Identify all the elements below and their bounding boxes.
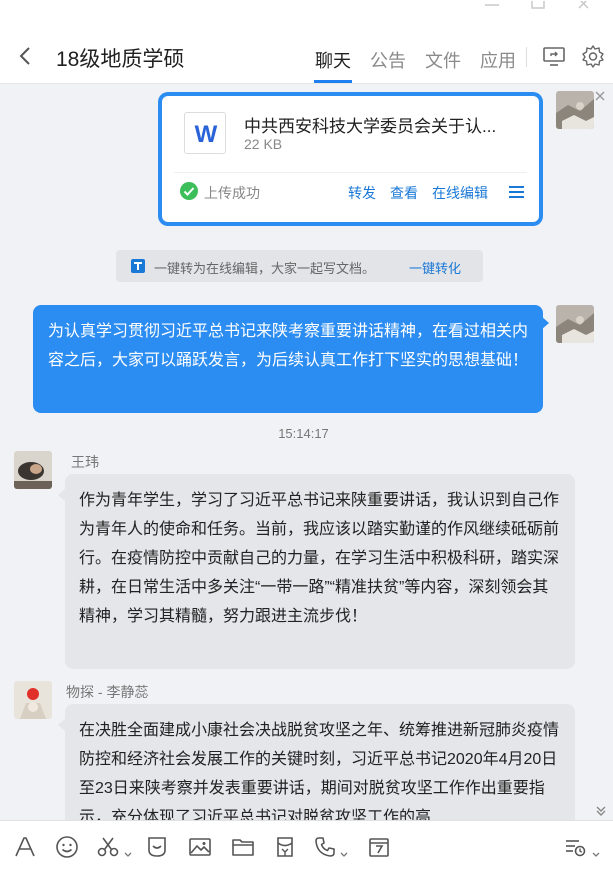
view-button[interactable]: 查看 bbox=[390, 183, 418, 203]
upload-status: 上传成功 bbox=[204, 185, 260, 201]
chat-message-area[interactable]: W 中共西安科技大学委员会关于认... 22 KB 上传成功 转发 查看 在线编… bbox=[0, 84, 613, 820]
scroll-to-bottom-button[interactable] bbox=[595, 804, 607, 816]
chat-header: 18级地质学硕 聊天 公告 文件 应用 bbox=[0, 28, 613, 84]
word-document-icon: W bbox=[184, 112, 226, 154]
tab-files[interactable]: 文件 bbox=[425, 47, 461, 73]
schedule-button[interactable] bbox=[367, 835, 391, 859]
screenshot-button[interactable] bbox=[96, 835, 120, 859]
file-name[interactable]: 中共西安科技大学委员会关于认... bbox=[244, 112, 496, 137]
message-bubble[interactable]: 在决胜全面建成小康社会决战脱贫攻坚之年、统筹推进新冠肺炎疫情防控和经济社会发展工… bbox=[65, 704, 575, 820]
more-menu-icon[interactable] bbox=[509, 186, 524, 198]
check-icon bbox=[180, 182, 198, 200]
dismiss-button[interactable] bbox=[595, 88, 605, 101]
convert-link[interactable]: 一键转化 bbox=[409, 258, 461, 277]
avatar[interactable] bbox=[556, 91, 594, 129]
sender-name: 物探 - 李静蕊 bbox=[66, 684, 149, 700]
screenshot-options-button[interactable] bbox=[124, 845, 132, 857]
font-icon bbox=[15, 837, 35, 857]
screen-share-icon bbox=[543, 47, 565, 66]
image-icon bbox=[189, 838, 211, 856]
divider bbox=[174, 172, 527, 173]
group-title: 18级地质学硕 bbox=[56, 48, 185, 71]
settings-button[interactable] bbox=[581, 44, 605, 68]
avatar-image bbox=[556, 91, 594, 129]
minimize-icon bbox=[485, 4, 499, 6]
screen-share-button[interactable] bbox=[542, 44, 566, 68]
avatar-image bbox=[556, 305, 594, 343]
back-button[interactable] bbox=[14, 44, 38, 68]
avatar[interactable] bbox=[556, 305, 594, 343]
message-history-button[interactable] bbox=[563, 835, 587, 859]
close-icon bbox=[578, 0, 589, 9]
tab-chat[interactable]: 聊天 bbox=[315, 47, 351, 73]
message-bubble[interactable]: 作为青年学生，学习了习近平总书记来陕重要讲话，我认识到自己作为青年人的使命和任务… bbox=[65, 474, 575, 669]
active-tab-indicator bbox=[314, 80, 352, 83]
close-icon bbox=[595, 91, 605, 101]
forward-button[interactable]: 转发 bbox=[348, 183, 376, 203]
maximize-icon bbox=[531, 0, 545, 9]
window-titlebar bbox=[0, 0, 613, 28]
red-packet-icon bbox=[277, 837, 293, 857]
chevron-down-icon bbox=[124, 852, 132, 857]
double-chevron-down-icon bbox=[596, 806, 606, 816]
file-message[interactable]: W 中共西安科技大学委员会关于认... 22 KB 上传成功 转发 查看 在线编… bbox=[158, 92, 543, 226]
avatar[interactable] bbox=[14, 681, 52, 719]
message-timestamp: 15:14:17 bbox=[278, 426, 329, 441]
phone-icon bbox=[315, 837, 335, 857]
emoji-icon bbox=[56, 836, 78, 858]
convert-notice: 一键转为在线编辑，大家一起写文档。 一键转化 bbox=[116, 250, 483, 282]
history-options-button[interactable] bbox=[592, 845, 600, 857]
input-toolbar bbox=[0, 820, 613, 896]
bubble-tail bbox=[541, 316, 549, 330]
emoji-button[interactable] bbox=[55, 835, 79, 859]
font-button[interactable] bbox=[13, 835, 37, 859]
tab-apps[interactable]: 应用 bbox=[480, 47, 516, 73]
online-doc-icon bbox=[131, 259, 145, 273]
scissors-icon bbox=[97, 837, 119, 857]
file-size: 22 KB bbox=[244, 136, 283, 152]
call-options-button[interactable] bbox=[340, 845, 348, 857]
avatar-image bbox=[14, 451, 52, 489]
avatar[interactable] bbox=[14, 451, 52, 489]
chevron-left-icon bbox=[19, 47, 30, 65]
gear-icon bbox=[582, 45, 604, 68]
sender-name: 王玮 bbox=[71, 454, 99, 470]
favorites-icon bbox=[148, 837, 166, 857]
avatar-image bbox=[14, 681, 52, 719]
red-packet-button[interactable] bbox=[273, 835, 297, 859]
file-card[interactable]: W 中共西安科技大学委员会关于认... 22 KB 上传成功 转发 查看 在线编… bbox=[162, 96, 539, 222]
header-divider bbox=[526, 47, 527, 67]
image-button[interactable] bbox=[188, 835, 212, 859]
close-window-button[interactable] bbox=[574, 0, 594, 10]
chevron-down-icon bbox=[592, 852, 600, 857]
notice-text: 一键转为在线编辑，大家一起写文档。 bbox=[154, 261, 376, 276]
favorites-button[interactable] bbox=[145, 835, 169, 859]
online-edit-button[interactable]: 在线编辑 bbox=[432, 183, 488, 203]
minimize-button[interactable] bbox=[482, 0, 502, 10]
tab-announcement[interactable]: 公告 bbox=[370, 47, 406, 73]
file-button[interactable] bbox=[231, 835, 255, 859]
maximize-button[interactable] bbox=[528, 0, 548, 10]
call-button[interactable] bbox=[313, 835, 337, 859]
folder-icon bbox=[232, 839, 254, 856]
chevron-down-icon bbox=[340, 852, 348, 857]
calendar-icon bbox=[369, 838, 389, 857]
history-icon bbox=[566, 840, 586, 857]
my-message-bubble[interactable]: 为认真学习贯彻习近平总书记来陕考察重要讲话精神，在看过相关内容之后，大家可以踊跃… bbox=[33, 305, 543, 413]
